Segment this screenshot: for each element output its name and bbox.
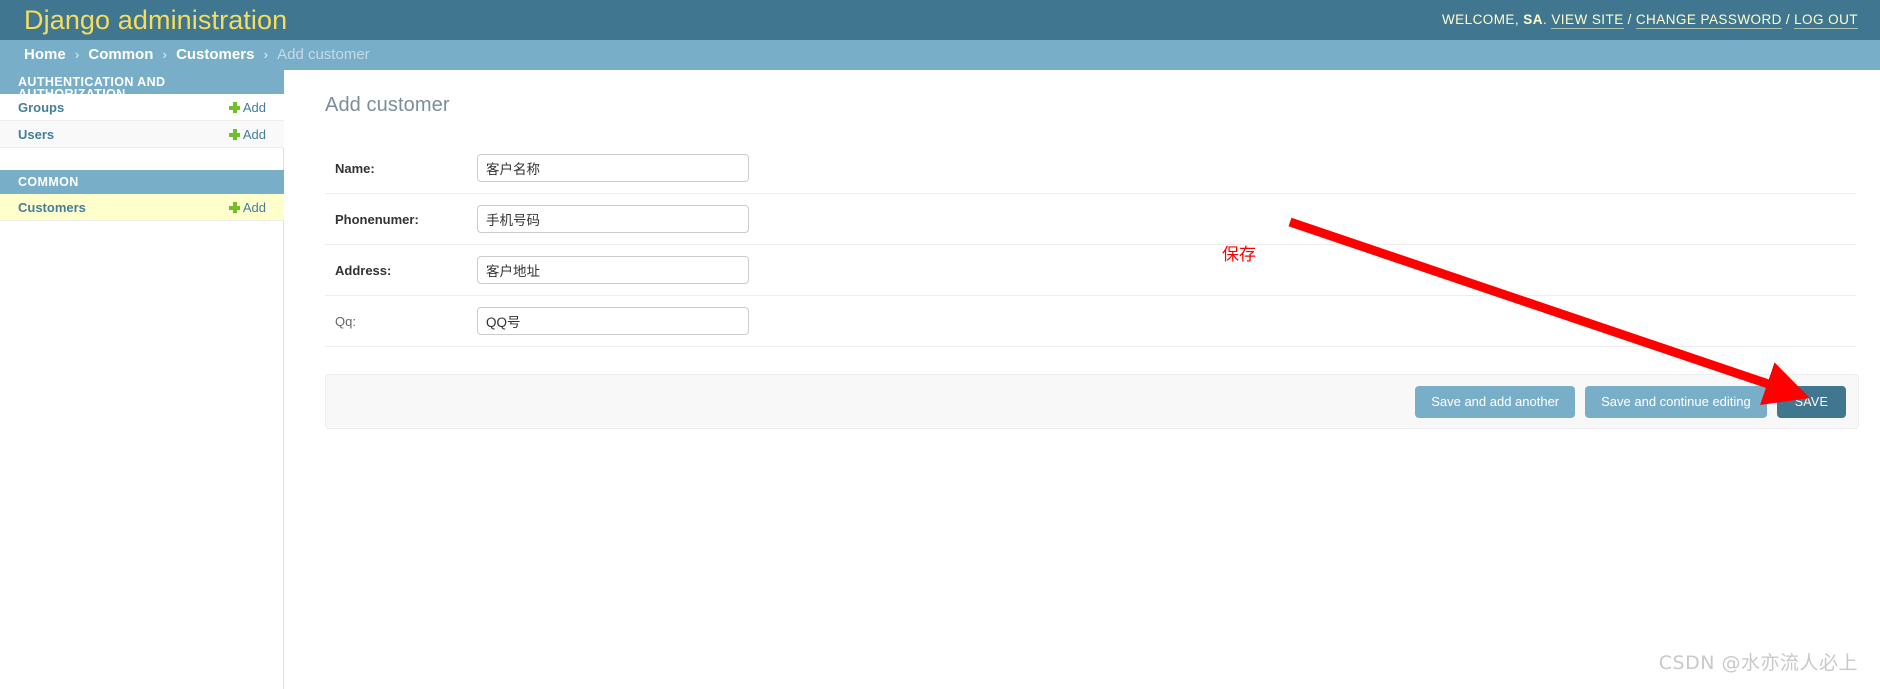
sidebar-item-users[interactable]: Users Add bbox=[0, 121, 284, 148]
breadcrumb-separator-1: › bbox=[74, 47, 80, 62]
sidebar-item-groups-label[interactable]: Groups bbox=[18, 100, 64, 115]
sidebar-item-customers-label[interactable]: Customers bbox=[18, 200, 86, 215]
sidebar-add-groups-label: Add bbox=[242, 99, 266, 115]
sidebar-add-customers[interactable]: Add bbox=[228, 199, 266, 215]
form-row-name: Name: bbox=[325, 143, 1856, 194]
breadcrumb-item-home[interactable]: Home bbox=[24, 46, 66, 63]
app-module-gap bbox=[0, 148, 283, 170]
form-row-address: Address: bbox=[325, 245, 1856, 296]
log-out-link[interactable]: LOG OUT bbox=[1794, 12, 1858, 29]
plus-icon bbox=[228, 201, 240, 213]
app-module-caption-common: COMMON bbox=[0, 170, 284, 194]
app-list-sidebar: AUTHENTICATION AND AUTHORIZATION Groups … bbox=[0, 70, 284, 689]
label-phonenumer: Phonenumer: bbox=[335, 211, 419, 227]
name-input[interactable] bbox=[477, 154, 749, 182]
plus-icon bbox=[228, 128, 240, 140]
qq-input[interactable] bbox=[477, 307, 749, 335]
sidebar-item-users-label[interactable]: Users bbox=[18, 127, 54, 142]
change-password-link[interactable]: CHANGE PASSWORD bbox=[1635, 12, 1782, 29]
main-content: Add customer Name: Phonenumer: Address: … bbox=[284, 70, 1880, 689]
app-module-auth: AUTHENTICATION AND AUTHORIZATION Groups … bbox=[0, 70, 284, 148]
annotation-label: 保存 bbox=[1222, 245, 1256, 265]
django-admin-page: Django administration WELCOME, SA. VIEW … bbox=[0, 0, 1880, 689]
site-branding-title: Django administration bbox=[24, 5, 288, 35]
sidebar-add-groups[interactable]: Add bbox=[228, 99, 266, 115]
sidebar-add-users[interactable]: Add bbox=[228, 126, 266, 142]
username: SA bbox=[1523, 12, 1543, 27]
plus-icon bbox=[228, 101, 240, 113]
view-site-link[interactable]: VIEW SITE bbox=[1551, 12, 1624, 29]
sidebar-item-customers[interactable]: Customers Add bbox=[0, 194, 284, 221]
sidebar-add-customers-label: Add bbox=[242, 199, 266, 215]
form-row-qq: Qq: bbox=[325, 296, 1856, 347]
user-tools-separator-1: / bbox=[1627, 12, 1632, 27]
address-input[interactable] bbox=[477, 256, 749, 284]
watermark: CSDN @水亦流人必上 bbox=[1658, 652, 1858, 674]
user-tools: WELCOME, SA. VIEW SITE / CHANGE PASSWORD / L… bbox=[1442, 0, 1858, 40]
customer-form: Name: Phonenumer: Address: Qq: Save and … bbox=[325, 143, 1859, 429]
user-tools-separator-2: / bbox=[1785, 12, 1791, 27]
submit-row: Save and add another Save and continue e… bbox=[325, 374, 1859, 429]
save-and-continue-editing-button[interactable]: Save and continue editing bbox=[1585, 385, 1767, 418]
save-button[interactable]: SAVE bbox=[1776, 385, 1846, 418]
breadcrumb-item-customers[interactable]: Customers bbox=[176, 46, 254, 63]
welcome-prefix: WELCOME, bbox=[1441, 12, 1520, 27]
label-address: Address: bbox=[335, 262, 392, 278]
site-header: Django administration WELCOME, SA. VIEW … bbox=[0, 0, 1880, 40]
app-module-caption-auth: AUTHENTICATION AND AUTHORIZATION bbox=[0, 70, 284, 100]
save-and-add-another-button[interactable]: Save and add another bbox=[1415, 385, 1576, 418]
breadcrumb-separator-3: › bbox=[263, 47, 268, 62]
sidebar-add-users-label: Add bbox=[242, 126, 266, 142]
phonenumer-input[interactable] bbox=[477, 205, 749, 233]
breadcrumb-item-current: Add customer bbox=[277, 46, 370, 63]
label-qq: Qq: bbox=[335, 313, 356, 329]
app-module-common: COMMON Customers Add bbox=[0, 170, 284, 221]
label-name: Name: bbox=[335, 160, 375, 176]
page-title: Add customer bbox=[325, 94, 450, 116]
breadcrumb: Home › Common › Customers › Add customer bbox=[0, 40, 1880, 70]
form-row-phonenumer: Phonenumer: bbox=[325, 194, 1856, 245]
welcome-suffix: . bbox=[1542, 12, 1548, 27]
breadcrumb-separator-2: › bbox=[162, 47, 167, 62]
breadcrumb-item-common[interactable]: Common bbox=[88, 46, 153, 63]
